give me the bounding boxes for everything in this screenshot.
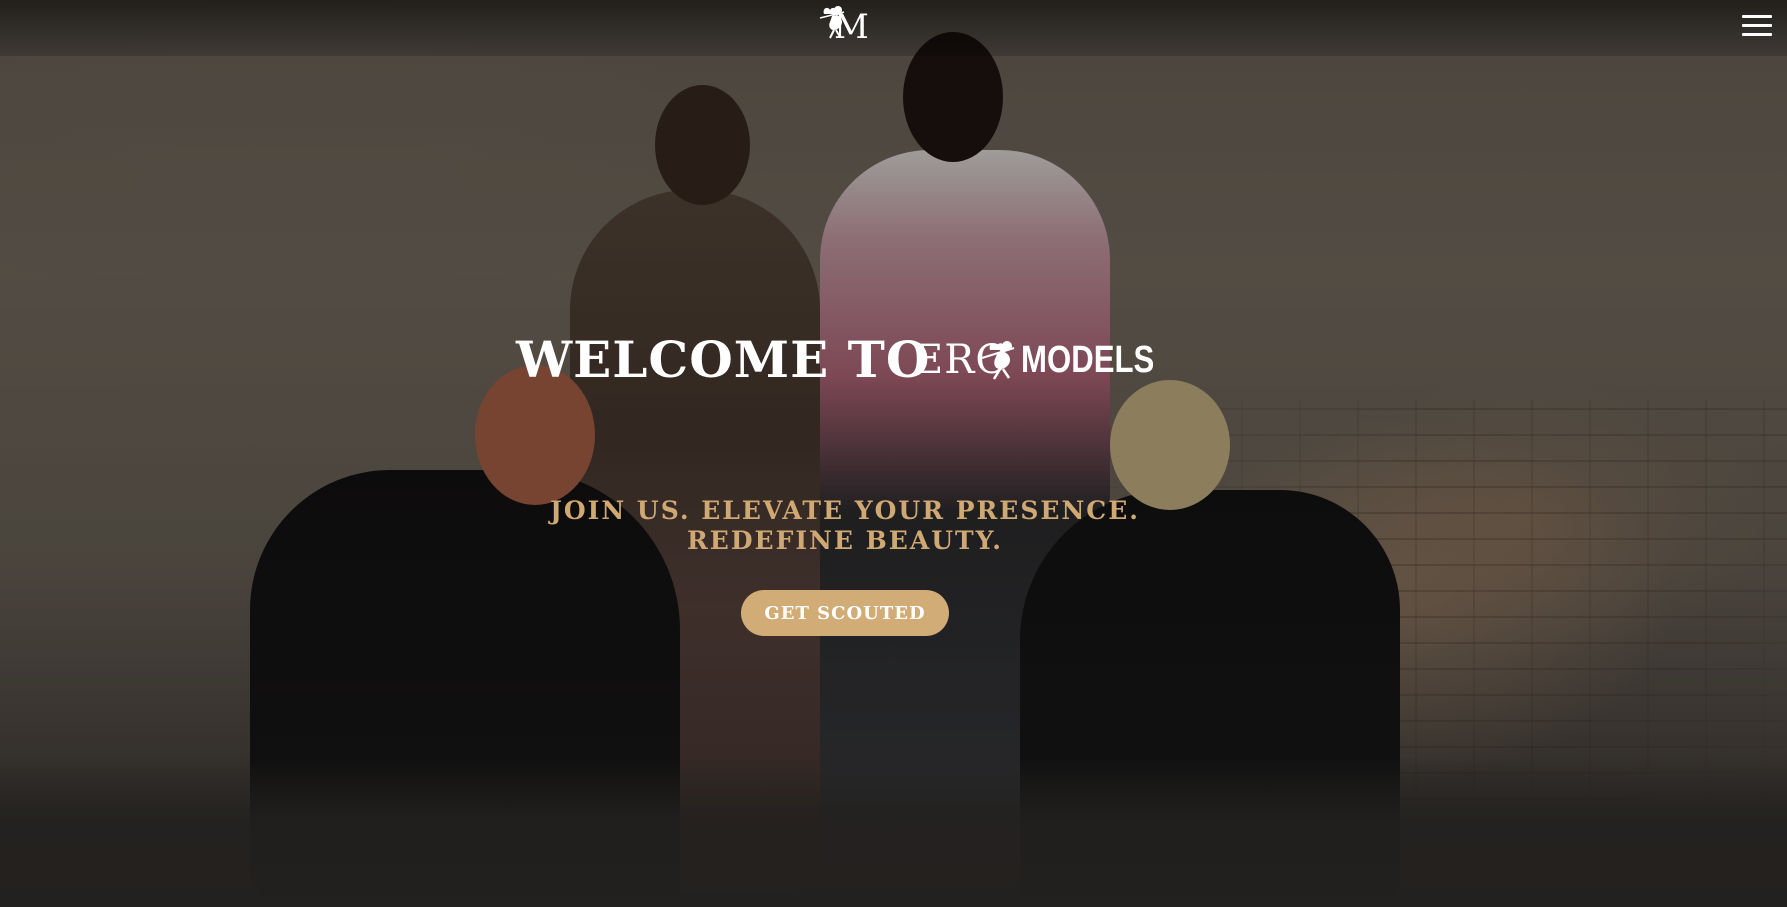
hamburger-menu-icon xyxy=(1742,24,1772,27)
hamburger-menu-icon xyxy=(1742,15,1772,18)
top-navigation-bar: M xyxy=(0,0,1787,56)
hamburger-menu-button[interactable] xyxy=(1742,13,1774,39)
hero-headline: WELCOME TO xyxy=(516,330,931,389)
hero-tagline: JOIN US. ELEVATE YOUR PRESENCE. REDEFINE… xyxy=(550,496,1140,555)
hamburger-menu-icon xyxy=(1742,33,1772,36)
site-logo[interactable]: M xyxy=(818,4,872,48)
get-scouted-button[interactable]: GET SCOUTED xyxy=(741,590,949,636)
logo-letter: M xyxy=(834,7,869,47)
dark-overlay xyxy=(0,0,1787,907)
wordmark-right: MODELS xyxy=(1021,339,1155,381)
cupid-icon xyxy=(981,341,1015,380)
